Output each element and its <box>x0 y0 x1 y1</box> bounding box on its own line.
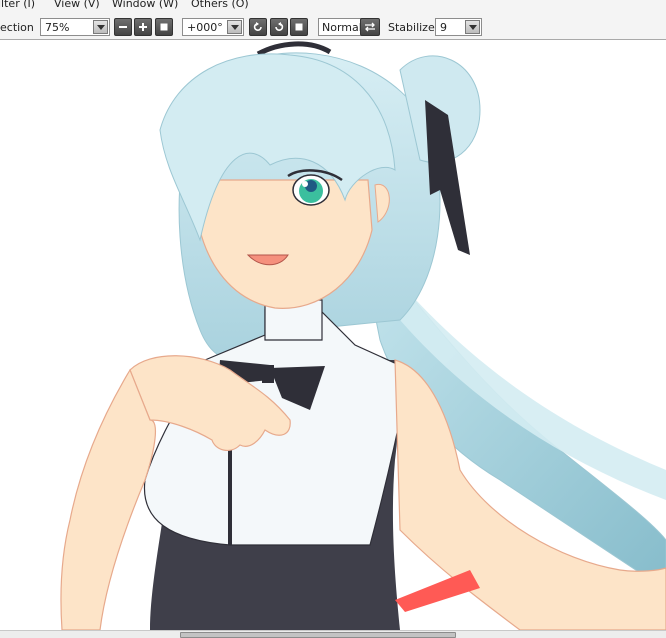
blend-mode-field[interactable]: Normal <box>318 18 366 36</box>
menu-others[interactable]: Others (O) <box>191 0 249 10</box>
plus-icon <box>139 23 147 31</box>
chevron-down-icon[interactable] <box>93 20 108 34</box>
chevron-down-icon[interactable] <box>465 20 480 34</box>
rotation-value: +000° <box>187 21 223 34</box>
horizontal-scrollbar[interactable] <box>0 630 666 638</box>
toolbar: ection 75% +000° Normal Stabilizer 9 <box>0 12 666 40</box>
drawing-canvas[interactable] <box>0 40 666 630</box>
rotate-cw-icon <box>275 22 284 31</box>
stabilizer-label: Stabilizer <box>388 21 440 34</box>
stabilizer-select[interactable]: 9 <box>435 18 482 36</box>
menu-view[interactable]: View (V) <box>54 0 100 10</box>
selection-label: ection <box>0 21 34 34</box>
chevron-down-icon[interactable] <box>227 20 242 34</box>
artwork-illustration <box>60 41 666 630</box>
menu-filter[interactable]: ilter (I) <box>0 0 35 10</box>
rotation-select[interactable]: +000° <box>182 18 244 36</box>
rotate-reset-button[interactable] <box>290 18 308 36</box>
zoom-select[interactable]: 75% <box>40 18 110 36</box>
square-icon <box>295 23 303 31</box>
flip-horizontal-icon <box>365 22 375 32</box>
scrollbar-thumb[interactable] <box>180 632 456 638</box>
menu-bar: ilter (I) View (V) Window (W) Others (O) <box>0 0 666 12</box>
rotate-left-button[interactable] <box>249 18 267 36</box>
zoom-in-button[interactable] <box>134 18 152 36</box>
minus-icon <box>119 26 127 28</box>
square-icon <box>160 23 168 31</box>
stabilizer-value: 9 <box>440 21 447 34</box>
rotate-right-button[interactable] <box>270 18 288 36</box>
menu-window[interactable]: Window (W) <box>112 0 178 10</box>
flip-button[interactable] <box>360 18 380 36</box>
zoom-reset-button[interactable] <box>155 18 173 36</box>
zoom-out-button[interactable] <box>114 18 132 36</box>
zoom-value: 75% <box>45 21 70 34</box>
rotate-ccw-icon <box>253 22 262 31</box>
